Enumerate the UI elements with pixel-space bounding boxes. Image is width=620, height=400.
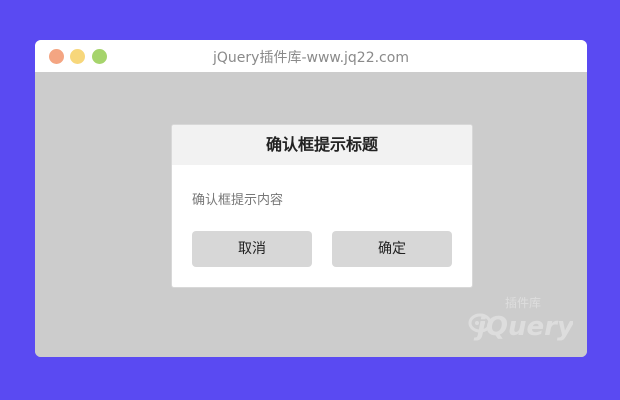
window-titlebar: jQuery插件库-www.jq22.com — [35, 40, 587, 72]
dialog-button-row: 取消 确定 — [192, 231, 452, 267]
browser-window: jQuery插件库-www.jq22.com 确认框提示标题 确认框提示内容 取… — [35, 40, 587, 357]
jquery-logo-watermark: 插件库 jQuery — [468, 295, 573, 342]
confirm-button[interactable]: 确定 — [332, 231, 452, 267]
confirm-dialog: 确认框提示标题 确认框提示内容 取消 确定 — [171, 124, 473, 288]
dialog-message: 确认框提示内容 — [192, 193, 284, 208]
svg-text:jQuery: jQuery — [473, 312, 573, 342]
svg-text:插件库: 插件库 — [505, 295, 541, 310]
window-content: 确认框提示标题 确认框提示内容 取消 确定 插件库 jQuery — [35, 72, 587, 357]
dialog-title: 确认框提示标题 — [172, 125, 472, 165]
cancel-button[interactable]: 取消 — [192, 231, 312, 267]
window-title: jQuery插件库-www.jq22.com — [213, 50, 409, 66]
